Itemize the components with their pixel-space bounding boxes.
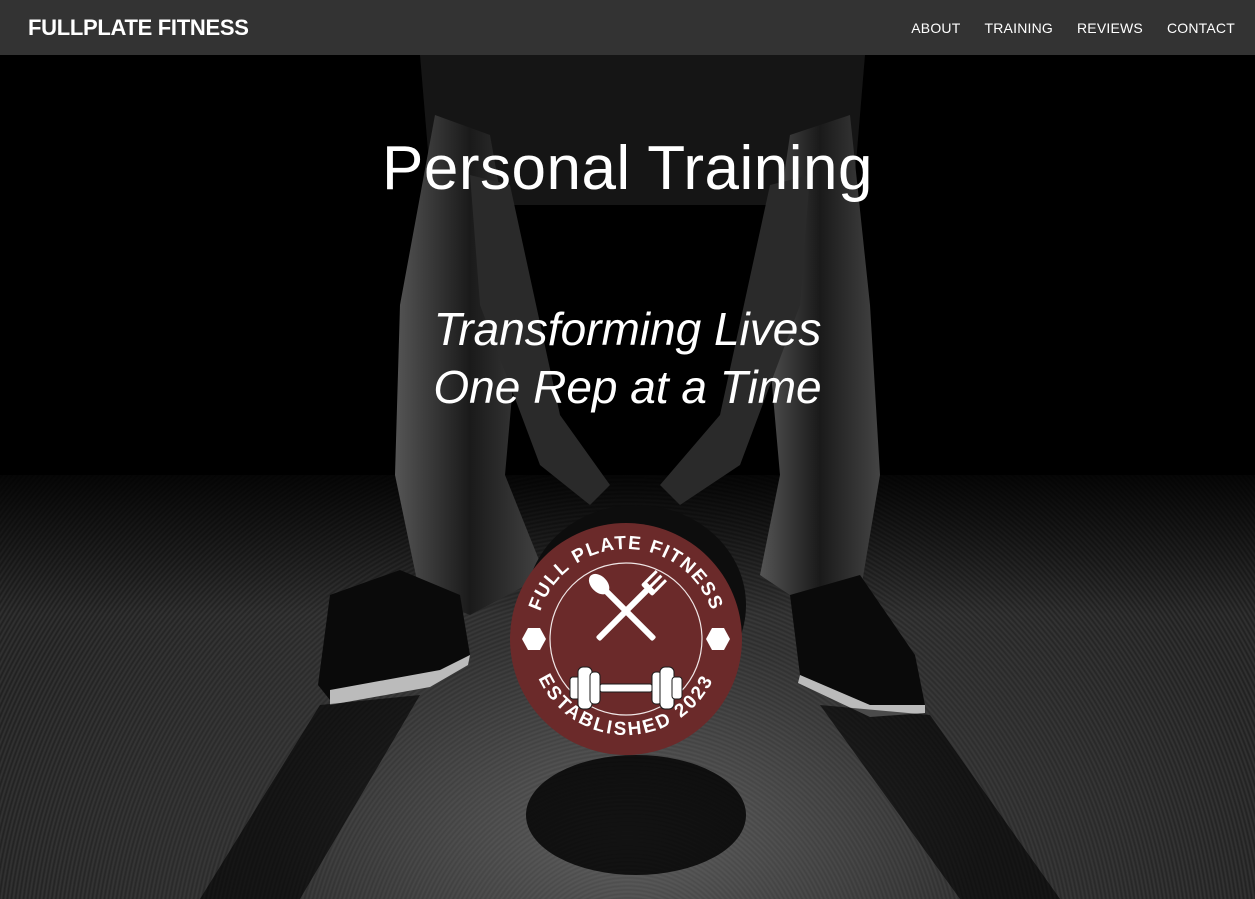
tagline-line-2: One Rep at a Time (433, 361, 822, 413)
hero-tagline: Transforming Lives One Rep at a Time (0, 300, 1255, 416)
hero-title: Personal Training (382, 134, 873, 203)
nav-training[interactable]: TRAINING (985, 20, 1054, 36)
nav-contact[interactable]: CONTACT (1167, 20, 1235, 36)
tagline-line-1: Transforming Lives (433, 303, 822, 355)
main-nav: ABOUT TRAINING REVIEWS CONTACT (911, 20, 1235, 36)
brand-logo-link[interactable]: FULLPLATE FITNESS (28, 15, 249, 41)
badge-logo-graphic: FULL PLATE FITNESS ESTABLISHED 2023 (510, 523, 742, 755)
nav-about[interactable]: ABOUT (911, 20, 960, 36)
nav-reviews[interactable]: REVIEWS (1077, 20, 1143, 36)
navbar: FULLPLATE FITNESS ABOUT TRAINING REVIEWS… (0, 0, 1255, 55)
hero-section: Personal Training Transforming Lives One… (0, 55, 1255, 899)
full-plate-fitness-badge-logo: FULL PLATE FITNESS ESTABLISHED 2023 (508, 521, 744, 757)
